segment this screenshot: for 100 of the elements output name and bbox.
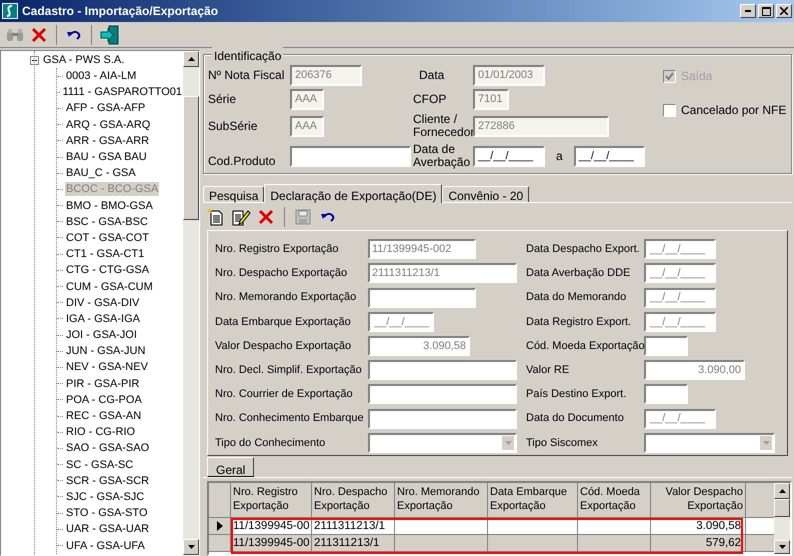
dropdown[interactable] <box>644 432 775 453</box>
dropdown[interactable] <box>368 432 517 453</box>
close-icon <box>780 7 788 15</box>
input-field[interactable] <box>290 146 411 166</box>
field-label: Cód. Moeda Exportação <box>526 338 644 354</box>
input-field[interactable] <box>368 384 517 404</box>
minimize-icon <box>745 10 751 12</box>
caret-icon <box>504 440 512 445</box>
tree-item[interactable]: RIO - CG-RIO <box>65 425 136 440</box>
tree-item[interactable]: BAU_C - GSA <box>65 166 137 180</box>
tab[interactable]: Pesquisa <box>203 186 264 202</box>
field-label: Data <box>418 68 446 82</box>
tree-item[interactable]: BMO - BMO-GSA <box>65 198 154 213</box>
tree-item[interactable]: BAU - GSA BAU <box>65 150 148 164</box>
tree-item[interactable]: STO - GSA-STO <box>65 506 148 520</box>
input-field[interactable]: __/__/____ <box>574 146 645 166</box>
caret-icon <box>762 440 770 445</box>
scrollbar-track[interactable] <box>774 483 790 554</box>
tree-item[interactable]: COT - GSA-COT <box>65 230 150 245</box>
tab[interactable]: Geral <box>207 457 254 477</box>
tree-item[interactable]: DIV - GSA-DIV <box>65 296 140 310</box>
field-label: Nro. Memorando Exportação <box>215 290 358 306</box>
tree-item[interactable]: SAO - GSA-SAO <box>65 441 150 456</box>
tree-item[interactable]: 0003 - AIA-LM <box>65 69 138 84</box>
column-header[interactable]: Nro. Despacho Exportação <box>312 483 395 518</box>
tree-item[interactable]: NEV - GSA-NEV <box>65 360 149 374</box>
input-field[interactable] <box>368 408 517 429</box>
table-row[interactable]: 11/1399945-00 211311213/1 579,62 <box>209 535 774 552</box>
input-field[interactable]: __/__/____ <box>644 288 716 308</box>
minimize-button[interactable] <box>740 4 756 18</box>
tree-item[interactable]: CTG - CTG-GSA <box>65 263 150 278</box>
table-cell: 211311213/1 <box>312 535 395 552</box>
input-field[interactable] <box>368 288 476 308</box>
field-label: Valor RE <box>526 362 570 378</box>
input-field[interactable]: 3.090,58 <box>368 336 470 356</box>
input-field[interactable]: __/__/____ <box>644 312 716 332</box>
tree-item[interactable]: SC - GSA-SC <box>65 458 134 472</box>
field-label: Nro. Despacho Exportação <box>215 266 348 282</box>
tree-item[interactable]: REC - GSA-AN <box>65 409 142 424</box>
column-header[interactable]: Valor Despacho Exportação <box>651 483 746 518</box>
tree-item[interactable]: POA - CG-POA <box>65 392 143 407</box>
tree-item[interactable]: ARQ - GSA-ARQ <box>65 118 152 132</box>
down-arrow-icon <box>188 545 194 549</box>
input-field[interactable] <box>644 336 688 356</box>
field-label: Data do Documento <box>526 411 625 426</box>
tree-node[interactable]: GSA - PWS S.A. <box>43 52 124 68</box>
column-header[interactable]: Cód. Moeda Exportação <box>578 483 651 518</box>
tree-item[interactable]: CT1 - GSA-CT1 <box>65 247 146 262</box>
input-field[interactable]: __/__/____ <box>368 312 434 332</box>
field-label: Data do Memorando <box>526 290 628 306</box>
scroll-thumb[interactable] <box>774 499 790 517</box>
column-header[interactable]: Data Embarque Exportação <box>488 483 578 518</box>
tab[interactable]: Convênio - 20 <box>442 186 530 202</box>
collapse-toggle[interactable] <box>30 56 39 64</box>
field-label: Série <box>208 91 238 108</box>
tree-item[interactable]: ARR - GSA-ARR <box>65 134 150 148</box>
field-label: Nro. Conhecimento Embarque <box>215 411 365 426</box>
tree-item[interactable]: CUM - GSA-CUM <box>65 280 154 294</box>
scroll-down-button[interactable] <box>774 540 790 554</box>
tree-item[interactable]: UAR - GSA-UAR <box>65 522 150 536</box>
scroll-up-button[interactable] <box>774 483 790 499</box>
field-label: Data Averbação DDE <box>526 266 632 282</box>
tree-item[interactable]: IGA - GSA-IGA <box>65 312 141 326</box>
checkbox-label: Cancelado por NFE <box>681 102 786 119</box>
maximize-button[interactable] <box>758 4 774 18</box>
checkbox[interactable] <box>663 104 676 116</box>
scroll-down-button[interactable] <box>183 539 199 555</box>
input-field[interactable]: 11/1399945-002 <box>368 239 476 260</box>
scroll-thumb[interactable] <box>183 96 199 220</box>
app-icon <box>2 3 18 19</box>
tree-item[interactable]: AFP - GSA-AFP <box>65 101 146 116</box>
field-label: SubSérie <box>208 118 258 135</box>
field-label: País Destino Export. <box>526 387 628 402</box>
input-field[interactable]: __/__/____ <box>644 239 716 260</box>
tab[interactable]: Declaração de Exportação(DE) <box>264 184 442 203</box>
up-arrow-icon <box>778 489 786 493</box>
tree-item[interactable]: PIR - GSA-PIR <box>65 376 140 391</box>
input-field[interactable]: 2111311213/1 <box>368 263 517 284</box>
close-button[interactable] <box>776 4 792 18</box>
tree-item[interactable]: UFA - GSA-UFA <box>65 538 146 553</box>
up-arrow-icon <box>188 57 194 61</box>
tree-item[interactable]: JUN - GSA-JUN <box>65 344 146 358</box>
input-field[interactable] <box>644 384 688 404</box>
input-field[interactable]: __/__/____ <box>644 263 716 284</box>
tree-item[interactable]: BSC - GSA-BSC <box>65 214 149 229</box>
scroll-up-button[interactable] <box>183 51 199 67</box>
row-header[interactable] <box>209 518 231 535</box>
column-header[interactable]: Nro. Registro Exportação <box>231 483 312 518</box>
tree-item[interactable]: SJC - GSA-SJC <box>65 490 146 504</box>
input-field[interactable] <box>368 360 517 380</box>
field-label: Data de Averbação <box>413 143 472 169</box>
scrollbar-track[interactable] <box>183 51 199 555</box>
tree-item[interactable]: 1111 - GASPAROTTO01 <box>62 85 183 100</box>
tree-item[interactable]: SCR - GSA-SCR <box>65 474 150 488</box>
column-header[interactable]: Nro. Memorando Exportação <box>395 483 488 518</box>
input-field[interactable]: __/__/____ <box>473 146 545 166</box>
field-label: Tipo Siscomex <box>526 436 599 451</box>
input-field[interactable]: __/__/____ <box>644 408 716 429</box>
tree-item[interactable]: JOI - GSA-JOI <box>65 328 138 342</box>
input-field[interactable]: 3.090,00 <box>644 360 745 380</box>
